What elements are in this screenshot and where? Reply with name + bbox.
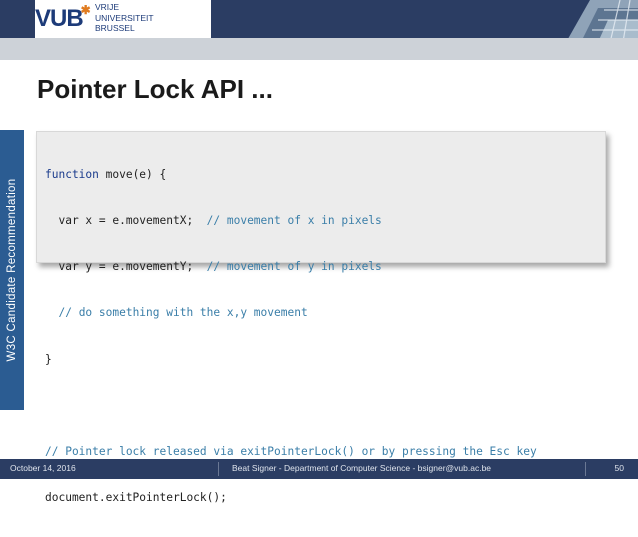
code-keyword: function xyxy=(45,167,99,181)
code-line: // Pointer lock released via exitPointer… xyxy=(45,444,537,459)
code-comment: // Pointer lock released via exitPointer… xyxy=(45,445,537,459)
code-text: } xyxy=(45,352,52,366)
side-label-bar: W3C Candidate Recommendation xyxy=(0,130,24,410)
code-line: function move(e) { xyxy=(45,167,537,182)
logo-mark: VUB✱ xyxy=(35,3,91,33)
footer-divider xyxy=(585,462,586,476)
logo-university-name: VRIJE UNIVERSITEIT BRUSSEL xyxy=(95,2,154,34)
logo-line: BRUSSEL xyxy=(95,23,135,33)
code-line: var y = e.movementY; // movement of y in… xyxy=(45,259,537,274)
page-number: 50 xyxy=(614,463,624,473)
side-label: W3C Candidate Recommendation xyxy=(6,178,18,362)
code-line: document.exitPointerLock(); xyxy=(45,490,537,505)
code-text: var y = e.movementY; xyxy=(45,260,207,274)
code-comment: // movement of y in pixels xyxy=(206,260,382,274)
slide-title: Pointer Lock API ... xyxy=(37,74,273,104)
code-text: var x = e.movementX; xyxy=(45,214,207,228)
footer-bar: October 14, 2016 Beat Signer - Departmen… xyxy=(0,459,638,479)
code-text: document.exitPointerLock(); xyxy=(45,491,227,505)
code-comment: // do something with the x,y movement xyxy=(58,306,308,320)
vub-logo: VUB✱ VRIJE UNIVERSITEIT BRUSSEL xyxy=(35,0,211,38)
code-line: } xyxy=(45,352,537,367)
code-text: move(e) { xyxy=(98,167,167,181)
code-block: function move(e) { var x = e.movementX; … xyxy=(36,131,606,504)
footer-author: Beat Signer - Department of Computer Sci… xyxy=(232,463,492,473)
logo-star-icon: ✱ xyxy=(80,3,91,17)
code-line: var x = e.movementX; // movement of x in… xyxy=(45,213,537,228)
footer-date: October 14, 2016 xyxy=(10,463,76,473)
footer-divider xyxy=(218,462,219,476)
code-line: // do something with the x,y movement xyxy=(45,305,537,320)
logo-mark-text: VUB xyxy=(35,5,84,32)
header-stripe xyxy=(0,38,638,60)
logo-line: VRIJE xyxy=(95,2,120,12)
code-line: ​ xyxy=(45,398,537,413)
code-comment: // movement of x in pixels xyxy=(206,214,382,228)
logo-line: UNIVERSITEIT xyxy=(95,12,154,23)
